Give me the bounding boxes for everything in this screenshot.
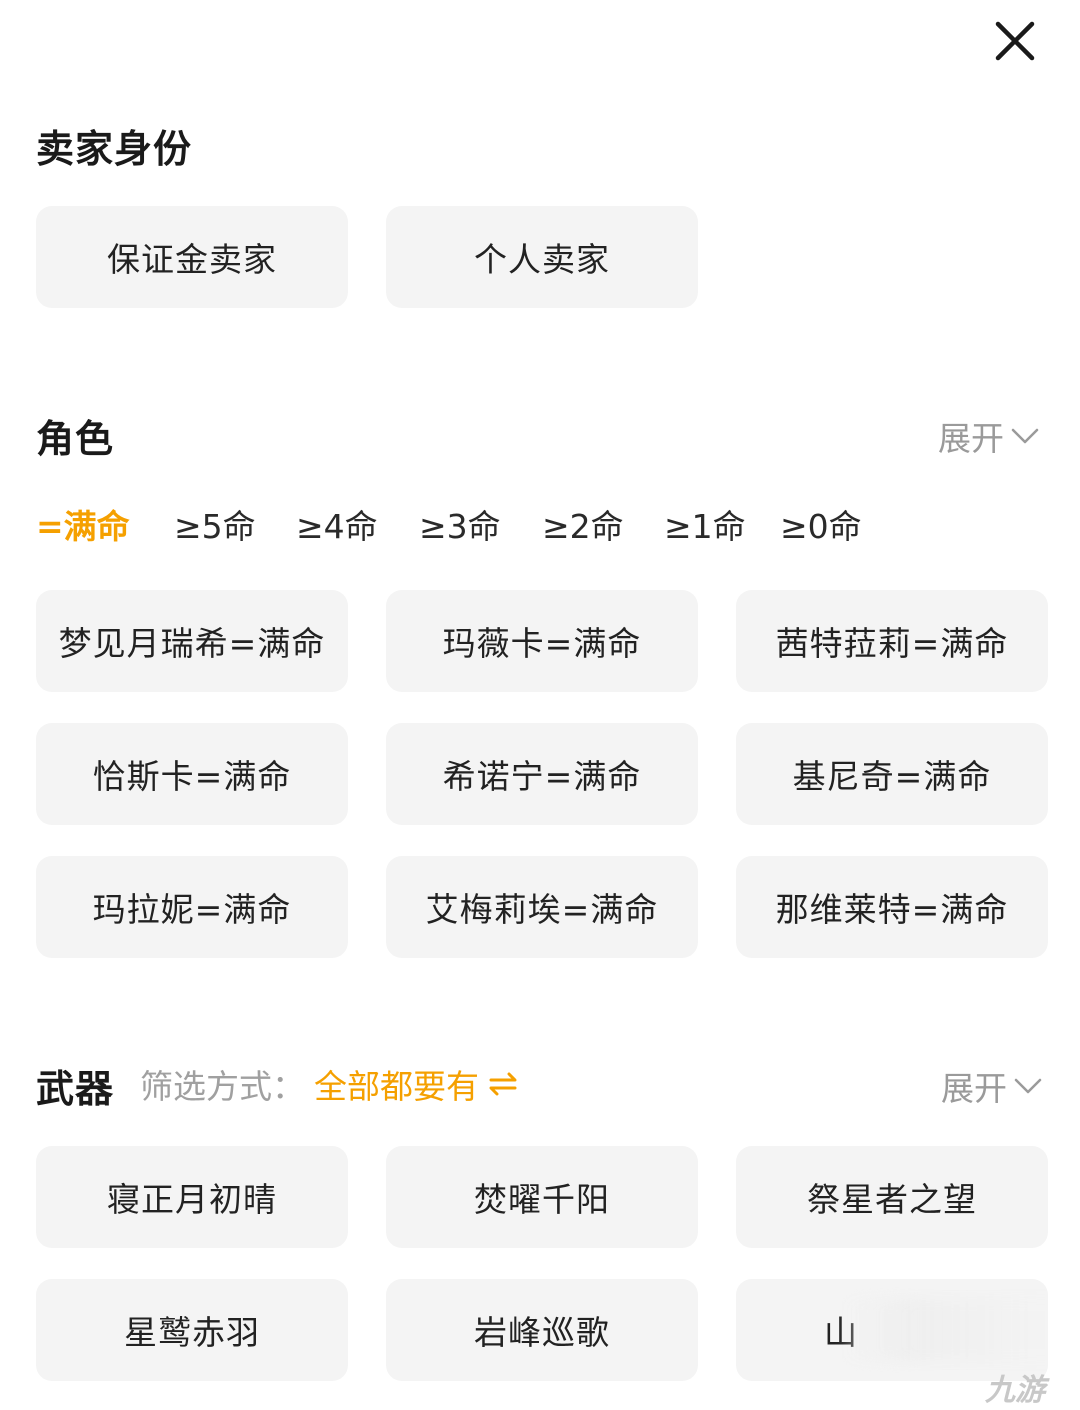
- level-filter-1[interactable]: ≥1命: [664, 500, 746, 548]
- character-chip[interactable]: 艾梅莉埃=满命: [386, 856, 698, 958]
- weapon-chip[interactable]: 寝正月初晴: [36, 1146, 348, 1248]
- level-filter-4[interactable]: ≥4命: [296, 500, 378, 548]
- chevron-down-icon: [1011, 428, 1039, 444]
- seller-option-personal[interactable]: 个人卖家: [386, 206, 698, 308]
- character-chip[interactable]: 那维莱特=满命: [736, 856, 1048, 958]
- swap-icon: [489, 1072, 517, 1096]
- expand-label: 展开: [938, 419, 1004, 458]
- filter-mode-value: 全部都要有: [314, 1067, 479, 1106]
- seller-section-title: 卖家身份: [36, 127, 193, 171]
- level-filter-0[interactable]: ≥0命: [780, 500, 862, 548]
- level-filter-full[interactable]: =满命: [36, 500, 130, 548]
- weapon-chip[interactable]: 星鹫赤羽: [36, 1279, 348, 1381]
- character-chip[interactable]: 基尼奇=满命: [736, 723, 1048, 825]
- weapon-chip[interactable]: 祭星者之望: [736, 1146, 1048, 1248]
- weapon-chip[interactable]: 岩峰巡歌: [386, 1279, 698, 1381]
- chevron-down-icon: [1014, 1078, 1042, 1094]
- character-chip[interactable]: 玛薇卡=满命: [386, 590, 698, 692]
- level-filter-3[interactable]: ≥3命: [419, 500, 501, 548]
- level-filter-5[interactable]: ≥5命: [174, 500, 256, 548]
- character-chip[interactable]: 玛拉妮=满命: [36, 856, 348, 958]
- close-icon: [995, 21, 1035, 61]
- filter-mode-label: 筛选方式：: [140, 1067, 305, 1106]
- character-section-title: 角色: [36, 417, 115, 461]
- weapon-expand-button[interactable]: 展开: [941, 1062, 1043, 1110]
- character-chip[interactable]: 恰斯卡=满命: [36, 723, 348, 825]
- weapon-section-title: 武器: [36, 1067, 115, 1111]
- character-expand-button[interactable]: 展开: [938, 412, 1040, 460]
- blur-overlay: [846, 1299, 1048, 1361]
- close-button[interactable]: [990, 16, 1040, 66]
- character-chip[interactable]: 茜特菈莉=满命: [736, 590, 1048, 692]
- expand-label: 展开: [941, 1069, 1007, 1108]
- filter-mode-toggle[interactable]: 全部都要有: [314, 1060, 519, 1108]
- watermark-logo: 九游: [985, 1373, 1045, 1408]
- character-chip[interactable]: 梦见月瑞希=满命: [36, 590, 348, 692]
- level-filter-2[interactable]: ≥2命: [542, 500, 624, 548]
- character-chip[interactable]: 希诺宁=满命: [386, 723, 698, 825]
- seller-option-deposit[interactable]: 保证金卖家: [36, 206, 348, 308]
- weapon-chip[interactable]: 焚曜千阳: [386, 1146, 698, 1248]
